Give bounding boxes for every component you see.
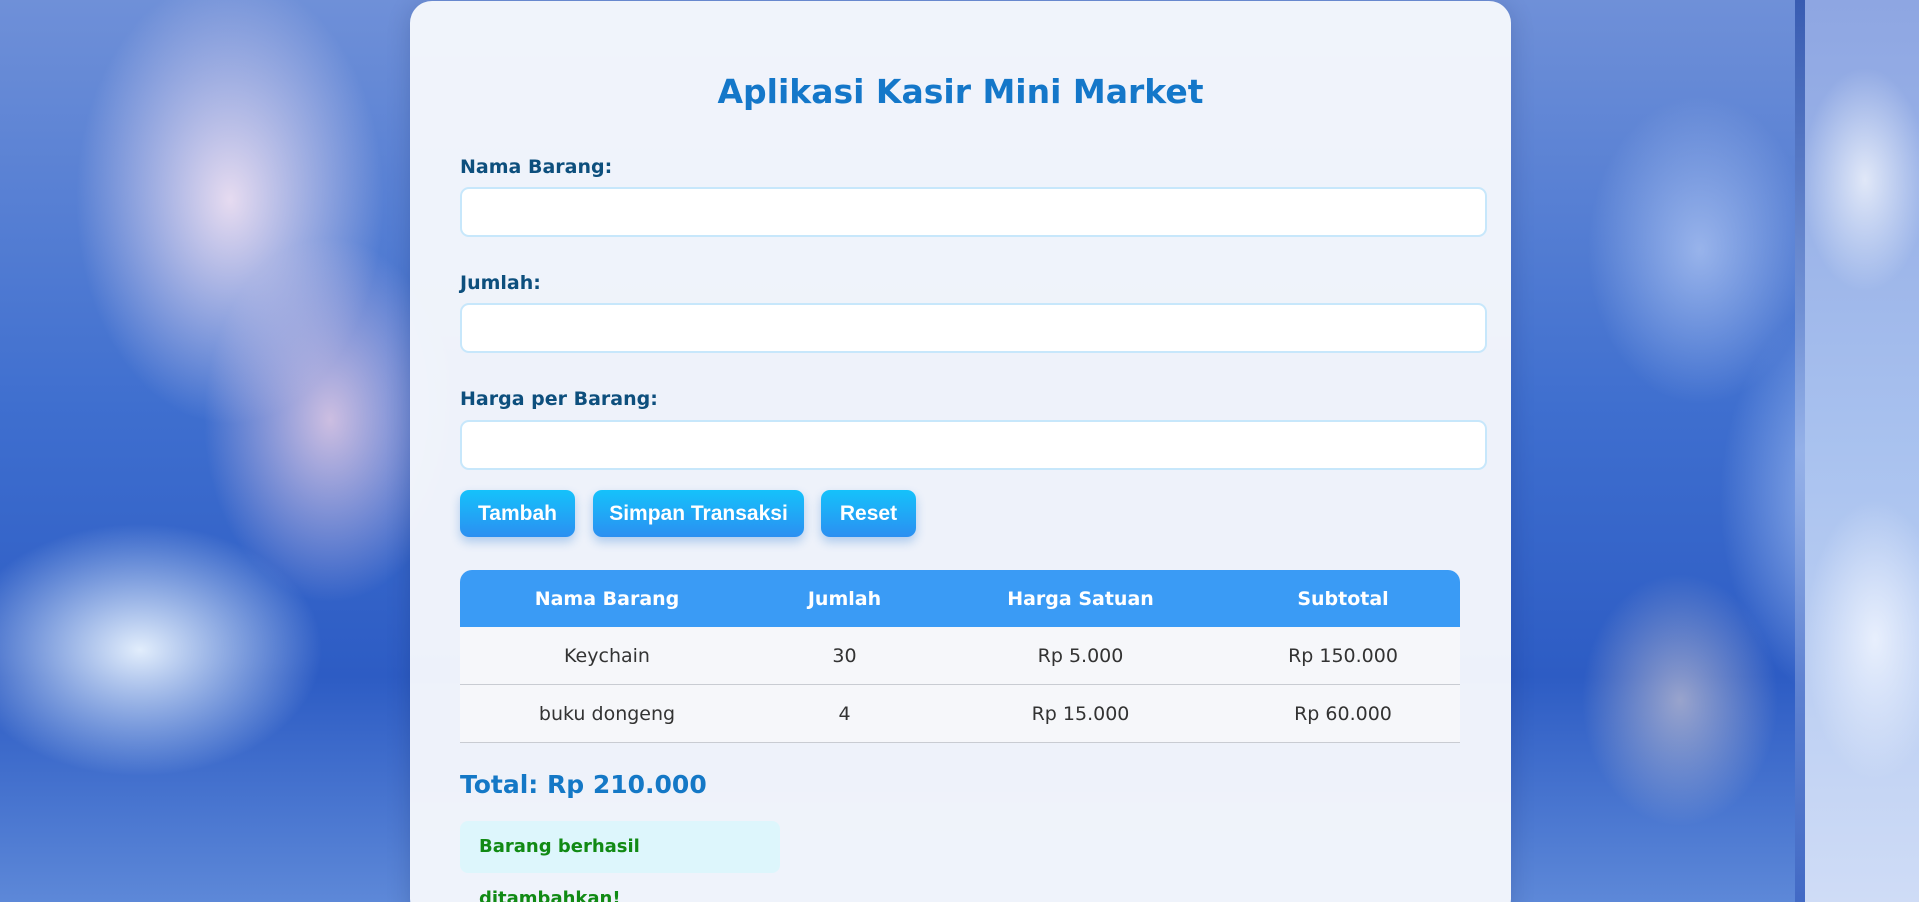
success-message: Barang berhasil ditambahkan! xyxy=(460,821,780,902)
cell-harga-satuan: Rp 15.000 xyxy=(935,684,1226,743)
cell-jumlah: 30 xyxy=(754,627,935,685)
nama-barang-input[interactable] xyxy=(460,187,1487,237)
cell-nama-barang: buku dongeng xyxy=(460,684,754,743)
nama-barang-label: Nama Barang: xyxy=(460,156,613,178)
header-nama-barang: Nama Barang xyxy=(460,570,754,627)
jumlah-label: Jumlah: xyxy=(460,272,541,294)
total-amount: Total: Rp 210.000 xyxy=(460,770,707,799)
transaction-table: Nama Barang Jumlah Harga Satuan Subtotal… xyxy=(460,570,1460,743)
reset-button[interactable]: Reset xyxy=(821,490,916,537)
table-row: Keychain 30 Rp 5.000 Rp 150.000 xyxy=(460,627,1460,685)
cell-nama-barang: Keychain xyxy=(460,627,754,685)
tambah-button[interactable]: Tambah xyxy=(460,490,575,537)
cell-subtotal: Rp 150.000 xyxy=(1226,627,1460,685)
cell-subtotal: Rp 60.000 xyxy=(1226,684,1460,743)
header-jumlah: Jumlah xyxy=(754,570,935,627)
cell-harga-satuan: Rp 5.000 xyxy=(935,627,1226,685)
table-header-row: Nama Barang Jumlah Harga Satuan Subtotal xyxy=(460,570,1460,627)
header-subtotal: Subtotal xyxy=(1226,570,1460,627)
cell-jumlah: 4 xyxy=(754,684,935,743)
table-row: buku dongeng 4 Rp 15.000 Rp 60.000 xyxy=(460,684,1460,743)
simpan-transaksi-button[interactable]: Simpan Transaksi xyxy=(593,490,804,537)
jumlah-input[interactable] xyxy=(460,303,1487,353)
harga-per-barang-label: Harga per Barang: xyxy=(460,388,658,410)
header-harga-satuan: Harga Satuan xyxy=(935,570,1226,627)
harga-per-barang-input[interactable] xyxy=(460,420,1487,470)
cashier-card: Aplikasi Kasir Mini Market Nama Barang: … xyxy=(410,1,1511,902)
background-right-panel xyxy=(1805,0,1919,902)
transaction-table-container: Nama Barang Jumlah Harga Satuan Subtotal… xyxy=(460,570,1460,743)
page-title: Aplikasi Kasir Mini Market xyxy=(717,72,1204,111)
background-divider xyxy=(1795,0,1805,902)
